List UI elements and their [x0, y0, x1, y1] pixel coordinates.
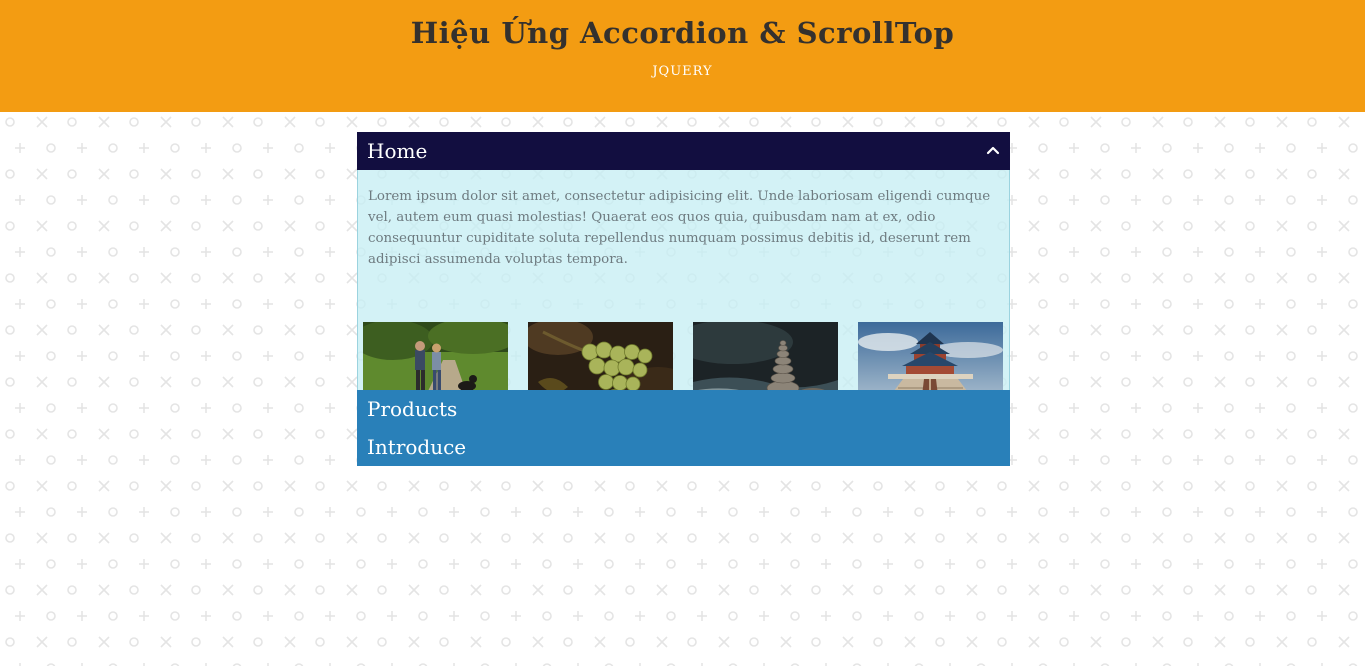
accordion: Home Lorem ipsum dolor sit amet, consect…: [357, 132, 1010, 466]
page-header: Hiệu Ứng Accordion & ScrollTop JQUERY: [0, 0, 1365, 112]
accordion-header-introduce[interactable]: Introduce: [357, 428, 1010, 466]
chevron-up-icon[interactable]: [986, 144, 1000, 156]
accordion-panel-home: Lorem ipsum dolor sit amet, consectetur …: [357, 170, 1010, 412]
accordion-header-label: Home: [367, 139, 428, 163]
page-title: Hiệu Ứng Accordion & ScrollTop: [410, 16, 955, 50]
accordion-header-label: Products: [367, 397, 458, 421]
accordion-header-label: Introduce: [367, 435, 467, 459]
panel-text: Lorem ipsum dolor sit amet, consectetur …: [368, 189, 991, 267]
accordion-header-home[interactable]: Home: [357, 132, 1010, 170]
page-subtitle: JQUERY: [652, 64, 713, 79]
accordion-header-products[interactable]: Products: [357, 390, 1010, 428]
